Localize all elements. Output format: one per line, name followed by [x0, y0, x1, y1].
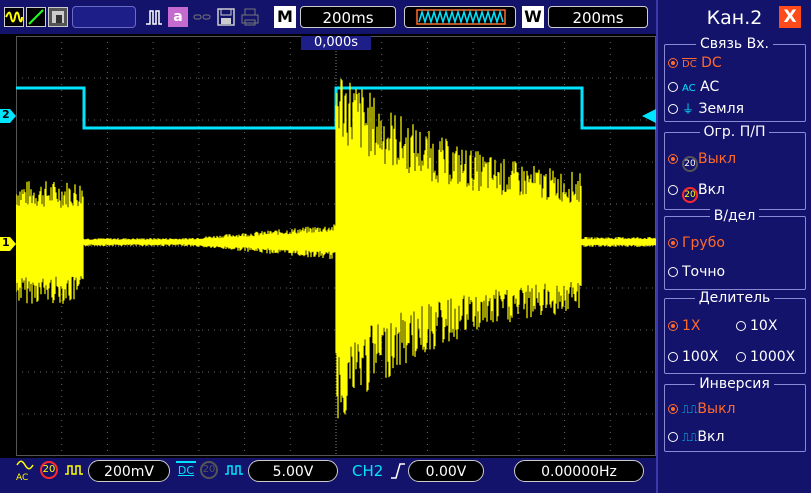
frequency-value: 0.00000Hz [514, 460, 644, 482]
ch1-waveform-icon[interactable] [4, 7, 24, 27]
trigger-level-marker[interactable] [642, 108, 656, 123]
ch2-scale-value[interactable]: 5.00V [248, 460, 338, 482]
coupling-group-title: Связь Вх. [658, 36, 811, 52]
ch1-marker-label: 1 [2, 236, 10, 249]
save-icon[interactable] [216, 7, 236, 27]
ch1-coupling-text: AC [16, 473, 29, 483]
memory-window-indicator[interactable] [404, 6, 516, 28]
window-timebase-label: W [522, 6, 544, 28]
ch1-ground-marker[interactable]: 1 [0, 236, 16, 251]
probe-group-title: Делитель [658, 290, 811, 306]
trigger-position-label: 0,000s [301, 36, 371, 50]
ch2-marker-label: 2 [2, 108, 10, 121]
coupling-option-ac[interactable]: AC AC [668, 78, 719, 98]
waveform-display [15, 36, 657, 456]
probe-option-10x[interactable]: 10X [736, 317, 777, 335]
ch2-invert-icon [224, 462, 244, 478]
dc-icon: DC [682, 59, 697, 70]
window-timebase-value[interactable]: 200ms [548, 6, 648, 28]
ground-icon: ⏚ [682, 102, 695, 116]
volts-div-option-fine[interactable]: Точно [668, 263, 725, 281]
trigger-level-value[interactable]: 0.00V [408, 460, 484, 482]
ch2-ground-marker[interactable]: 2 [0, 108, 16, 123]
channel-menu-panel: Кан.2 X Связь Вх. DC DC AC AC ⏚ Земля Ог… [656, 0, 811, 493]
invert-off-icon: ⎍⎍ [682, 403, 698, 416]
invert-group-title: Инверсия [658, 376, 811, 392]
probe-option-100x[interactable]: 100X [668, 348, 718, 366]
link-icon[interactable] [192, 7, 212, 27]
ch2-dc-coupling-icon: DC [176, 461, 196, 481]
oscilloscope-screen: a M 200ms W 200ms 0,000s 2 1 AC 20 200mV… [0, 0, 811, 493]
bw-limit-option-on[interactable]: 20 Вкл [668, 181, 725, 203]
bw-limit-option-off[interactable]: 20 Выкл [668, 150, 736, 172]
ch1-scale-value[interactable]: 200mV [88, 460, 170, 482]
ch1-waveform [15, 78, 657, 419]
auto-trigger-badge[interactable]: a [168, 7, 188, 27]
top-status-bar: a M 200ms W 200ms [0, 0, 656, 34]
close-button[interactable]: X [779, 6, 801, 28]
bw-on-icon: 20 [682, 187, 698, 203]
trigger-edge-icon[interactable] [144, 7, 164, 27]
invert-option-off[interactable]: ⎍⎍Выкл [668, 400, 735, 419]
ac-icon: AC [682, 83, 696, 94]
probe-option-1x[interactable]: 1X [668, 317, 701, 335]
main-timebase-label: M [274, 6, 296, 28]
display-mode-icon[interactable] [48, 7, 68, 27]
ch2-bw-limit-icon: 20 [200, 461, 218, 479]
ch1-invert-icon [64, 462, 84, 478]
trigger-source-label: CH2 [352, 462, 384, 480]
bw-limit-group-title: Огр. П/П [658, 124, 811, 140]
acquire-status-box [72, 6, 136, 28]
main-timebase-value[interactable]: 200ms [300, 6, 396, 28]
ch2-waveform-icon[interactable] [26, 7, 46, 27]
ch2-coupling-text: DC [177, 464, 195, 477]
coupling-option-ground[interactable]: ⏚ Земля [668, 100, 744, 118]
graticule [15, 36, 657, 456]
invert-option-on[interactable]: ⎍⎍Вкл [668, 428, 724, 447]
volts-div-group-title: В/дел [658, 208, 811, 224]
bw-off-icon: 20 [682, 156, 698, 172]
ch1-bw-limit-icon: 20 [40, 461, 58, 479]
invert-on-icon: ⎍⎍ [682, 431, 698, 444]
volts-div-option-coarse[interactable]: Грубо [668, 234, 725, 252]
printer-icon[interactable] [240, 7, 260, 27]
coupling-option-dc[interactable]: DC DC [668, 54, 722, 74]
rising-edge-icon [390, 462, 406, 480]
ch1-ac-coupling-icon: AC [16, 460, 34, 483]
probe-option-1000x[interactable]: 1000X [736, 348, 795, 366]
